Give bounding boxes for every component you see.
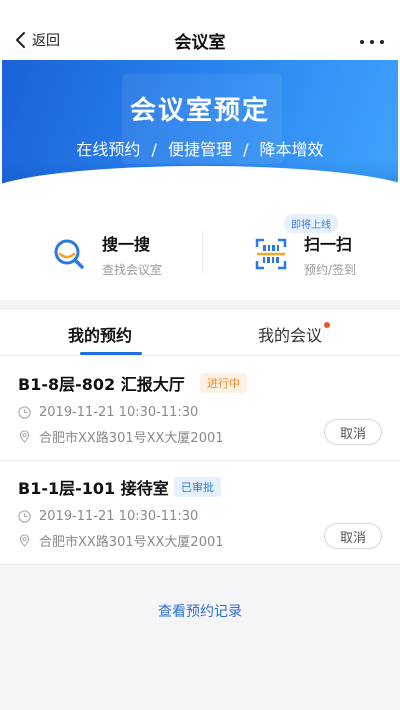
location-pin-icon (19, 534, 30, 547)
nav-bar: 返回 会议室 (0, 0, 400, 60)
clock-icon (18, 510, 31, 523)
carousel-indicator (2, 178, 398, 184)
booking-time: 2019-11-21 10:30-11:30 (39, 405, 199, 420)
booking-address-row: 合肥市XX路301号XX大厦2001 (18, 427, 224, 446)
scan-label: 扫一扫 (304, 234, 353, 254)
more-dot-icon (360, 40, 364, 44)
booking-time: 2019-11-21 10:30-11:30 (39, 509, 199, 524)
quick-actions: 搜一搜 查找会议室 即将上线 扫一扫 预约/签到 (0, 206, 400, 296)
search-label: 搜一搜 (102, 234, 151, 254)
search-room-button[interactable]: 搜一搜 查找会议室 (52, 226, 162, 282)
view-records-link[interactable]: 查看预约记录 (0, 601, 400, 621)
tab-my-meetings[interactable]: 我的会议 (258, 322, 322, 346)
carousel-dot[interactable] (201, 178, 207, 184)
footer-area: 查看预约记录 (0, 565, 400, 710)
scan-qr-icon (255, 238, 287, 270)
room-name: B1-1层-101 接待室 (18, 479, 169, 498)
carousel-dot[interactable] (213, 178, 219, 184)
booking-address-row: 合肥市XX路301号XX大厦2001 (18, 531, 224, 550)
search-icon (54, 239, 84, 269)
location-pin-icon (19, 430, 30, 443)
back-label: 返回 (32, 33, 60, 49)
status-badge: 已审批 (174, 477, 221, 497)
booking-card[interactable]: B1-8层-802 汇报大厅 进行中 2019-11-21 10:30-11:3… (0, 357, 400, 461)
tab-my-bookings[interactable]: 我的预约 (68, 322, 132, 346)
booking-card[interactable]: B1-1层-101 接待室 已审批 2019-11-21 10:30-11:30… (0, 461, 400, 565)
section-separator (0, 300, 400, 310)
banner-title: 会议室预定 (129, 96, 270, 126)
cancel-button[interactable]: 取消 (324, 419, 382, 445)
back-button[interactable]: 返回 (14, 26, 60, 54)
search-sublabel: 查找会议室 (102, 262, 163, 277)
clock-icon (18, 406, 31, 419)
status-badge: 进行中 (200, 373, 247, 393)
chevron-left-icon (16, 32, 25, 48)
cancel-button[interactable]: 取消 (324, 523, 382, 549)
room-name: B1-8层-802 汇报大厅 (18, 375, 185, 394)
scan-button[interactable]: 扫一扫 预约/签到 (254, 226, 356, 282)
tab-bar: 我的预约 我的会议 (0, 310, 400, 356)
booking-address: 合肥市XX路301号XX大厦2001 (39, 431, 224, 446)
scan-sublabel: 预约/签到 (304, 262, 357, 277)
booking-time-row: 2019-11-21 10:30-11:30 (18, 405, 198, 420)
booking-address: 合肥市XX路301号XX大厦2001 (39, 535, 224, 550)
notification-dot (324, 322, 330, 328)
booking-time-row: 2019-11-21 10:30-11:30 (18, 509, 198, 524)
divider (202, 230, 203, 274)
more-dot-icon (380, 40, 384, 44)
carousel-dot[interactable] (181, 178, 195, 184)
more-menu-button[interactable] (360, 32, 384, 52)
page-title: 会议室 (174, 33, 226, 53)
more-dot-icon (370, 40, 374, 44)
banner-subtitle: 在线预约 / 便捷管理 / 降本增效 (76, 140, 324, 159)
promo-banner[interactable]: 会议室预定 在线预约 / 便捷管理 / 降本增效 (2, 60, 398, 200)
active-tab-indicator (80, 352, 142, 355)
